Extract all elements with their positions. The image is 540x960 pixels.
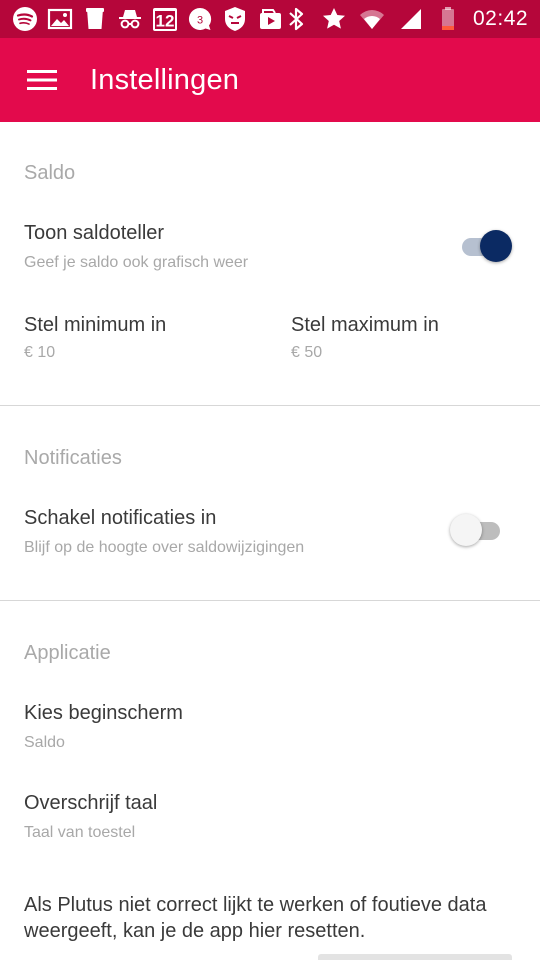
setting-notificaties[interactable]: Schakel notificaties in Blijf op de hoog…	[0, 493, 540, 567]
setting-title: Stel maximum in	[291, 314, 439, 336]
maximum-value: € 50	[291, 344, 323, 361]
battery-icon	[435, 6, 461, 32]
wifi-icon	[359, 6, 385, 32]
section-header-notificaties: Notificaties	[24, 447, 122, 469]
app-bar: Instellingen	[0, 38, 540, 122]
saldoteller-toggle[interactable]	[462, 230, 512, 264]
minimum-value: € 10	[24, 344, 56, 361]
cell-signal-icon	[397, 6, 423, 32]
spotify-icon	[12, 6, 38, 32]
shield-face-icon	[222, 6, 248, 32]
incognito-icon	[117, 6, 143, 32]
beginscherm-value: Saldo	[24, 734, 65, 751]
reset-description: Als Plutus niet correct lijkt te werken …	[24, 894, 487, 942]
setting-beginscherm[interactable]: Kies beginscherm Saldo	[0, 688, 540, 762]
calendar-icon: 12	[152, 6, 178, 32]
chat-bubble-icon: 3	[187, 6, 213, 32]
hamburger-menu-icon	[27, 70, 57, 90]
menu-button[interactable]	[0, 38, 84, 122]
toggle-thumb	[480, 230, 512, 262]
toggle-thumb	[450, 514, 482, 546]
taal-value: Taal van toestel	[24, 824, 136, 841]
page-title: Instellingen	[90, 63, 240, 96]
status-bar-time: 02:42	[473, 7, 529, 30]
image-icon	[47, 6, 73, 32]
setting-minimum[interactable]: Stel minimum in € 10	[0, 302, 270, 372]
bluetooth-icon	[283, 6, 309, 32]
section-header-applicatie: Applicatie	[24, 642, 111, 664]
setting-title: Kies beginscherm	[24, 702, 183, 724]
status-bar: 12 3 02:42	[0, 0, 540, 38]
calendar-day-text: 12	[156, 12, 175, 31]
section-header-saldo: Saldo	[24, 162, 76, 184]
status-bar-notifications: 12 3	[12, 6, 283, 32]
reset-button[interactable]	[318, 954, 512, 960]
section-divider	[0, 405, 540, 406]
star-icon	[321, 6, 347, 32]
section-divider	[0, 600, 540, 601]
chat-count-text: 3	[197, 15, 203, 27]
setting-title: Overschrijf taal	[24, 792, 158, 814]
notificaties-toggle[interactable]	[450, 514, 502, 548]
setting-subtitle: Blijf op de hoogte over saldowijzigingen	[24, 539, 305, 556]
setting-title: Stel minimum in	[24, 314, 167, 336]
status-bar-system: 02:42	[283, 6, 528, 32]
setting-taal[interactable]: Overschrijf taal Taal van toestel	[0, 778, 540, 852]
setting-subtitle: Geef je saldo ook grafisch weer	[24, 254, 249, 271]
setting-title: Toon saldoteller	[24, 222, 165, 244]
setting-maximum[interactable]: Stel maximum in € 50	[270, 302, 540, 372]
photos-icon	[257, 6, 283, 32]
setting-toon-saldoteller[interactable]: Toon saldoteller Geef je saldo ook grafi…	[0, 208, 540, 282]
cup-icon	[82, 6, 108, 32]
setting-title: Schakel notificaties in	[24, 507, 217, 529]
